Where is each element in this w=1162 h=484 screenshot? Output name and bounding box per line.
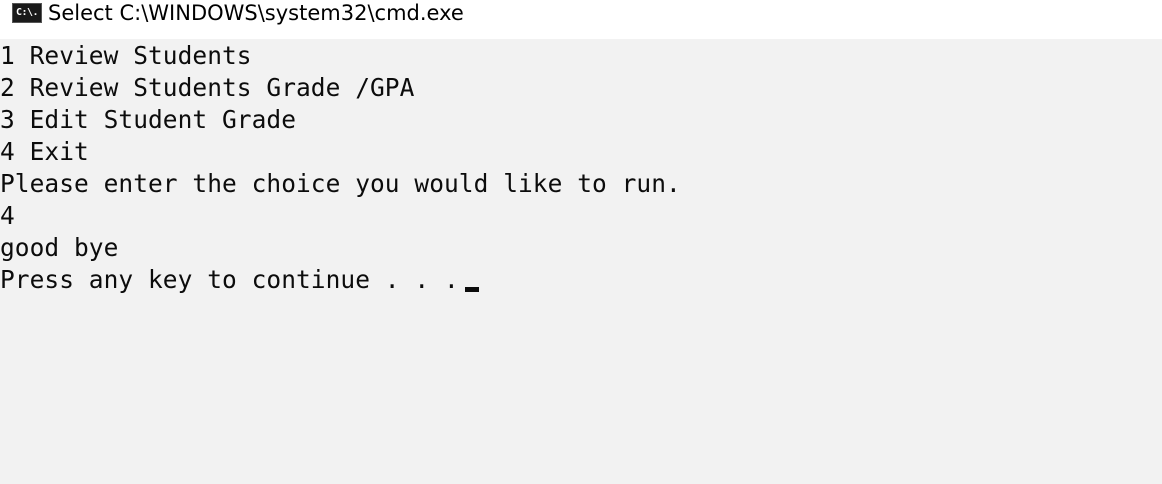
cmd-icon[interactable]: C:\. (12, 3, 42, 23)
title-bar[interactable]: C:\. Select C:\WINDOWS\system32\cmd.exe (0, 0, 1162, 38)
console-line: 2 Review Students Grade /GPA (0, 73, 415, 102)
text-cursor (464, 287, 479, 292)
console-line: 4 Exit (0, 137, 89, 166)
cmd-icon-glyph: C:\. (15, 7, 39, 18)
console-line: good bye (0, 233, 119, 262)
console-line: Please enter the choice you would like t… (0, 169, 681, 198)
console-line: 1 Review Students (0, 41, 252, 70)
console-line: 3 Edit Student Grade (0, 105, 297, 134)
console-area[interactable]: 1 Review Students 2 Review Students Grad… (0, 39, 1162, 484)
console-prompt-text: Press any key to continue . . . (0, 265, 459, 294)
console-output: 1 Review Students 2 Review Students Grad… (0, 40, 681, 296)
cmd-window: C:\. Select C:\WINDOWS\system32\cmd.exe … (0, 0, 1162, 484)
window-title: Select C:\WINDOWS\system32\cmd.exe (48, 1, 464, 25)
console-line: 4 (0, 201, 15, 230)
console-prompt-line: Press any key to continue . . . (0, 264, 681, 296)
